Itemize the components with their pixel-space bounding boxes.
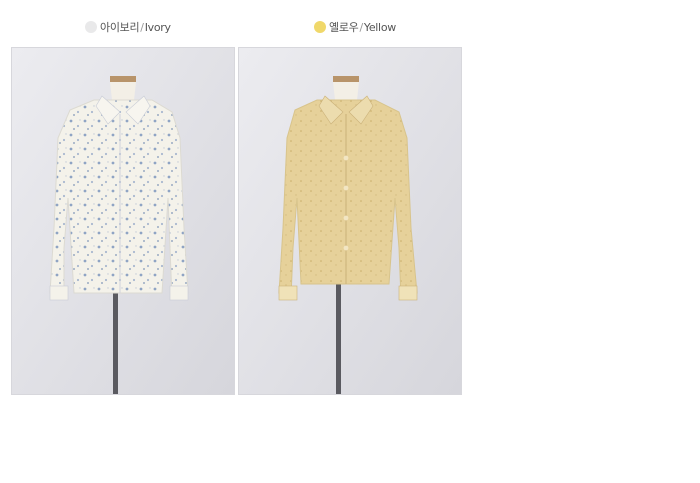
ivory-english-label: Ivory — [144, 20, 171, 34]
yellow-separator: / — [359, 20, 363, 34]
yellow-blouse-photo — [238, 47, 462, 395]
ivory-korean-label: 아이보리 — [100, 21, 140, 34]
color-option-yellow: 옐로우 / Yellow — [314, 19, 396, 35]
ivory-color-swatch — [85, 21, 97, 33]
yellow-color-swatch — [314, 21, 326, 33]
ivory-separator: / — [140, 20, 144, 34]
ivory-blouse-photo — [11, 47, 235, 395]
color-option-ivory: 아이보리 / Ivory — [85, 19, 171, 35]
yellow-korean-label: 옐로우 — [329, 21, 359, 34]
yellow-english-label: Yellow — [363, 20, 396, 34]
